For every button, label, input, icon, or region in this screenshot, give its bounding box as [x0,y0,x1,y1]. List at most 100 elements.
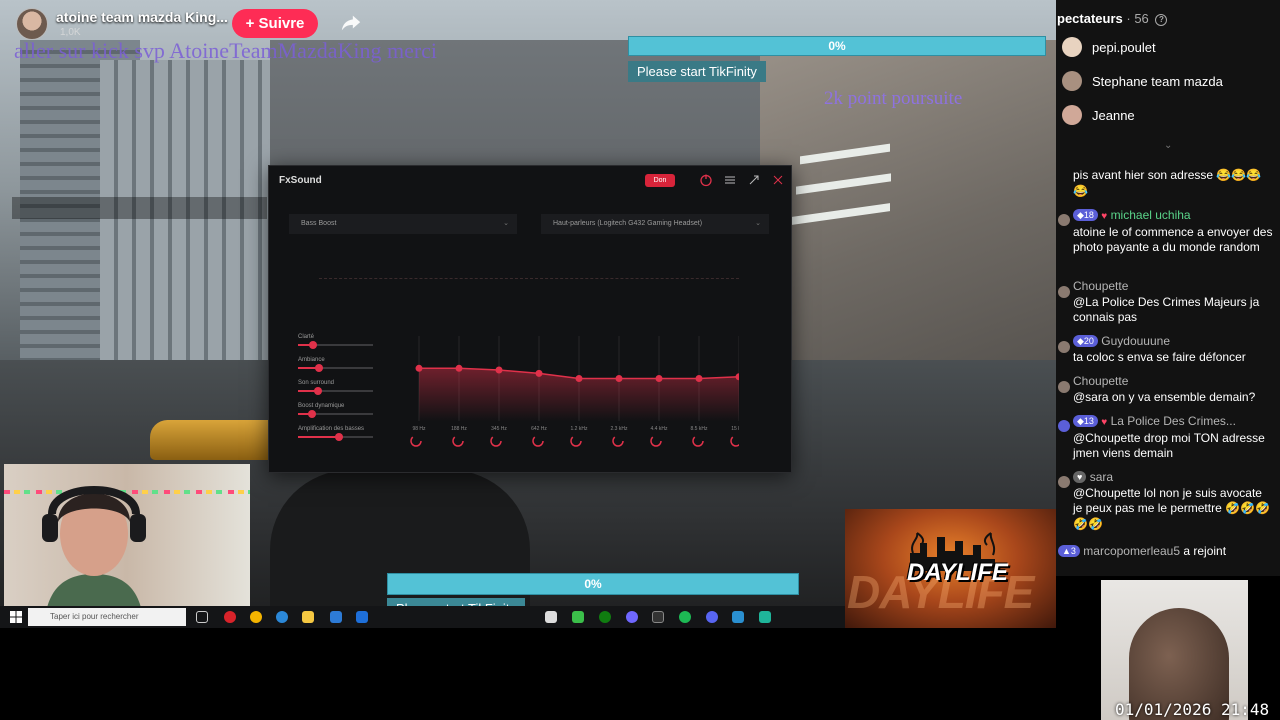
heart-icon: ♥ [1101,417,1108,428]
steam-icon[interactable] [732,611,744,623]
chrome-icon[interactable] [250,611,262,623]
viewer-name: Jeanne [1092,107,1135,123]
avatar [1058,341,1070,353]
tikfinity-progress-bar: 0% [387,573,799,595]
daylife-title: DAYLIFE [907,559,1008,586]
eq-band-label: 8.5 kHz [691,426,708,432]
collapse-icon[interactable] [747,173,761,187]
fan-badge: ◆13 [1073,415,1098,427]
viewer-name: Stephane team mazda [1092,73,1223,89]
app-icon[interactable] [759,611,771,623]
task-view-icon[interactable] [196,611,208,623]
avatar [1062,37,1082,57]
eq-band-knob[interactable] [452,435,464,447]
spectators-label: pectateurs [1057,11,1123,26]
chat-message: ◆20 Guydouuune ta coloc s enva se faire … [1073,334,1273,365]
eq-band-knob[interactable] [490,435,502,447]
streamer-name[interactable]: atoine team mazda King... [56,9,228,25]
daylife-logo: DAYLIFE DAYLIFE [845,509,1056,628]
eq-band-handle[interactable] [655,375,663,382]
top-viewer[interactable]: pepi.poulet [1062,36,1156,58]
menu-icon[interactable] [723,173,737,187]
eq-band-knob[interactable] [650,435,662,447]
tikfinity-message: Please start TikFinity [628,61,766,82]
chevron-down-icon[interactable]: ⌄ [1164,140,1172,151]
eq-band-knob[interactable] [570,435,582,447]
effect-slider[interactable]: Boost dynamique [298,403,373,418]
viewer-name: pepi.poulet [1092,39,1156,55]
viewer-count: 1,0K [60,27,81,38]
mail-icon[interactable] [356,611,368,623]
eq-band-handle[interactable] [535,369,543,377]
slider-knob[interactable] [309,341,317,349]
store-icon[interactable] [330,611,342,623]
top-viewer[interactable]: Jeanne [1062,104,1135,126]
chat-username[interactable]: marcopomerleau5 [1083,544,1180,558]
effect-label: Clarté [298,334,315,340]
discord-icon[interactable] [706,611,718,623]
eq-band-label: 188 Hz [451,426,467,432]
avatar [1058,476,1070,488]
eq-band-knob[interactable] [532,435,544,447]
xbox-icon[interactable] [599,611,611,623]
app-icon[interactable] [572,611,584,623]
close-icon[interactable] [771,173,785,187]
spectators-header[interactable]: pectateurs · 56 ? [1057,11,1168,26]
eq-band-handle[interactable] [695,375,703,382]
slider-knob[interactable] [313,387,322,395]
chat-username[interactable]: michael uchiha [1111,208,1191,222]
chat-username[interactable]: La Police Des Crimes... [1111,414,1236,428]
chat-username[interactable]: Choupette [1073,374,1128,388]
info-icon[interactable]: ? [1155,14,1168,26]
effect-slider[interactable]: Amplification des basses [298,426,373,441]
app-icon[interactable] [626,611,638,623]
streamer-avatar[interactable] [16,8,48,40]
fxsound-power-button[interactable]: Don [645,174,675,187]
taskbar-search-input[interactable]: Taper ici pour rechercher [28,608,186,626]
second-webcam [1101,580,1248,720]
eq-band-knob[interactable] [730,435,739,447]
eq-band-knob[interactable] [410,435,422,447]
chat-username[interactable]: Guydouuune [1101,334,1170,348]
live-chat-panel: pectateurs · 56 ? pepi.poulet Stephane t… [1056,0,1280,576]
eq-band-handle[interactable] [415,364,423,372]
chat-message: Choupette @La Police Des Crimes Majeurs … [1073,279,1273,326]
eq-band-handle[interactable] [615,375,623,382]
opera-icon[interactable] [224,611,236,623]
equalizer[interactable]: 98 Hz 188 Hz 345 Hz 642 Hz 1.2 kHz 2.3 kHz 4.4… [389,326,739,456]
eq-band-handle[interactable] [575,375,583,382]
slider-knob[interactable] [307,410,316,418]
eq-band-knob[interactable] [692,435,704,447]
streamer-webcam [4,464,250,628]
slider-knob[interactable] [315,364,323,372]
effect-slider[interactable]: Son surround [298,380,373,395]
chat-username[interactable]: Choupette [1073,279,1128,293]
preset-dropdown[interactable]: Bass Boost ⌄ [289,214,517,234]
output-device-dropdown[interactable]: Haut-parleurs (Logitech G432 Gaming Head… [541,214,769,234]
edge-icon[interactable] [276,611,288,623]
file-explorer-icon[interactable] [302,611,314,623]
share-icon[interactable] [340,12,362,34]
top-viewer[interactable]: Stephane team mazda [1062,70,1223,92]
chat-message: ◆13 ♥ La Police Des Crimes... @Choupette… [1073,414,1273,462]
effect-slider[interactable]: Ambiance [298,357,373,372]
chat-username[interactable]: sara [1090,470,1113,484]
windows-start-icon[interactable] [10,611,22,623]
spotify-icon[interactable] [679,611,691,623]
eq-band-label: 2.3 kHz [611,426,628,432]
game-chat-input[interactable] [12,197,267,219]
slider-knob[interactable] [335,433,344,441]
eq-band-handle[interactable] [455,364,463,372]
effect-slider[interactable]: Clarté [298,334,373,349]
app-icon[interactable] [545,611,557,623]
eq-band-handle[interactable] [495,366,503,374]
avatar [1058,286,1070,298]
message-text: a rejoint [1183,544,1227,558]
obs-icon[interactable] [652,611,664,623]
avatar [1062,105,1082,125]
follow-button[interactable]: + Suivre [232,9,318,38]
eq-band-knob[interactable] [612,435,624,447]
heart-icon: ♥ [1101,211,1108,222]
power-icon[interactable] [699,173,713,187]
tikfinity-percent: 0% [584,577,602,591]
